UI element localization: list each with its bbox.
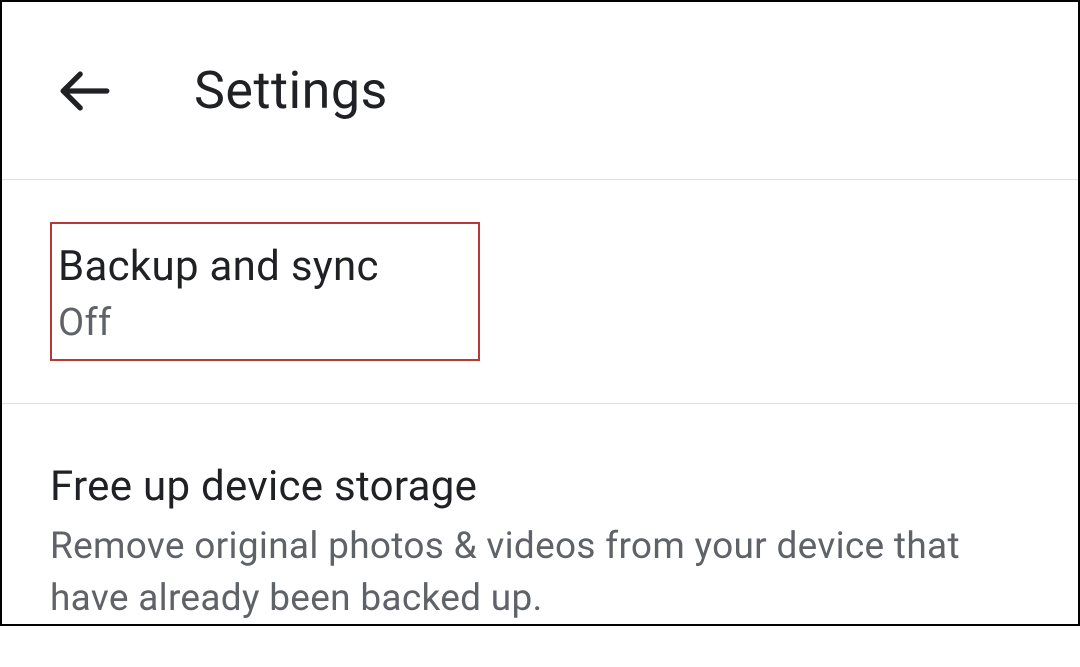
page-title: Settings: [194, 60, 388, 121]
highlight-annotation: Backup and sync Off: [50, 222, 480, 361]
free-up-storage-title: Free up device storage: [50, 462, 1030, 511]
free-up-storage-description: Remove original photos & videos from you…: [50, 521, 1030, 625]
arrow-back-icon: [56, 62, 114, 120]
backup-sync-title: Backup and sync: [58, 242, 454, 291]
backup-and-sync-setting[interactable]: Backup and sync Off: [2, 180, 1078, 404]
backup-sync-status: Off: [58, 301, 454, 345]
free-up-storage-setting[interactable]: Free up device storage Remove original p…: [2, 404, 1078, 667]
settings-header: Settings: [2, 2, 1078, 180]
back-button[interactable]: [54, 60, 116, 122]
